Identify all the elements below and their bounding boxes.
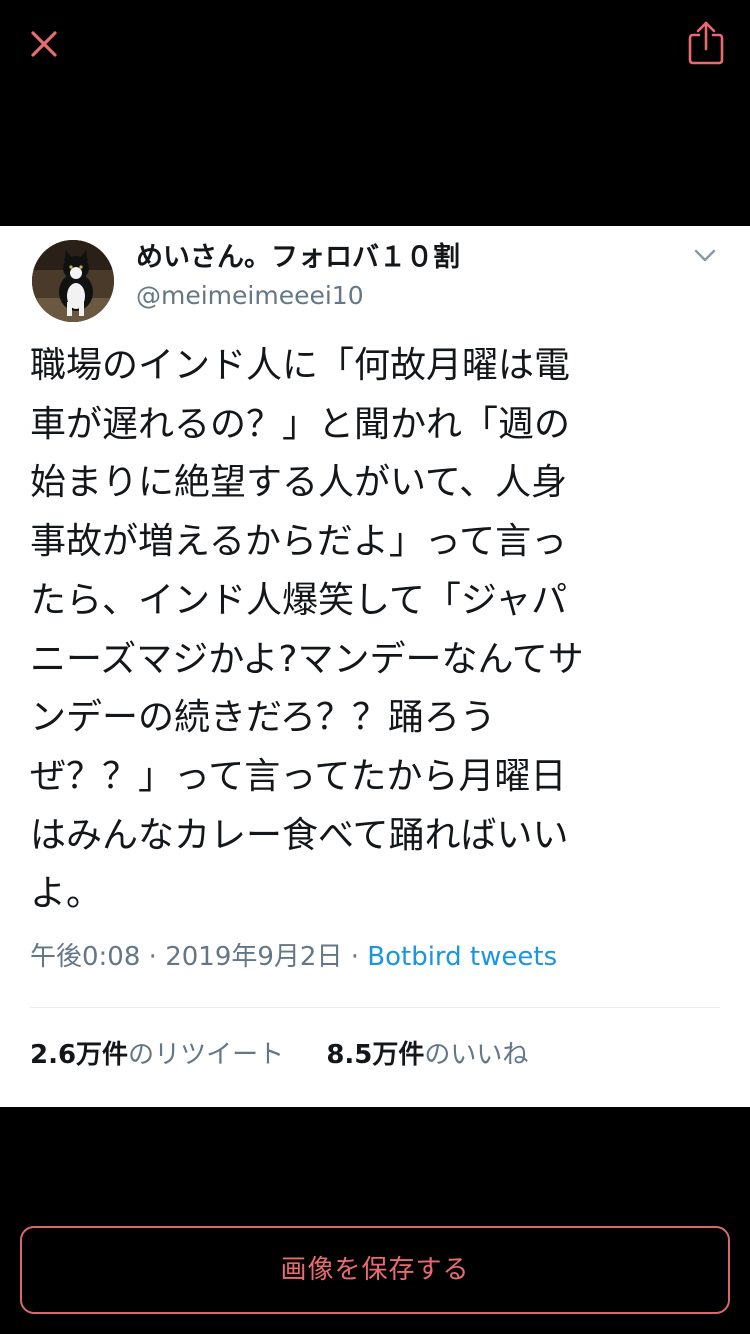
tweet-stats: 2.6万件のリツイート 8.5万件のいいね <box>30 1037 528 1073</box>
meta-separator: · <box>148 942 157 972</box>
avatar[interactable] <box>32 240 114 322</box>
close-button[interactable] <box>22 22 66 66</box>
save-image-button[interactable]: 画像を保存する <box>20 1226 730 1314</box>
close-icon <box>31 31 57 57</box>
retweet-count: 2.6万件 <box>30 1040 129 1070</box>
cat-avatar-image <box>32 240 114 322</box>
user-handle[interactable]: @meimeimeeei10 <box>136 279 364 313</box>
tweet-source-link[interactable]: Botbird tweets <box>367 942 557 972</box>
share-button[interactable] <box>683 18 729 68</box>
display-name[interactable]: めいさん。フォロバ１０割 <box>136 238 460 278</box>
tweet-card: めいさん。フォロバ１０割 @meimeimeeei10 職場のインド人に「何故月… <box>0 226 750 1107</box>
tweet-date: 2019年9月2日 <box>165 942 343 972</box>
retweet-stat[interactable]: 2.6万件のリツイート <box>30 1040 284 1070</box>
retweet-label: のリツイート <box>128 1040 285 1070</box>
like-count: 8.5万件 <box>326 1040 425 1070</box>
like-stat[interactable]: 8.5万件のいいね <box>326 1040 528 1070</box>
more-options-button[interactable] <box>688 240 722 270</box>
like-label: のいいね <box>424 1040 529 1070</box>
tweet-metadata: 午後0:08 · 2019年9月2日 · Botbird tweets <box>30 939 557 975</box>
share-icon <box>688 21 724 65</box>
meta-separator: · <box>350 942 359 972</box>
divider <box>30 1007 720 1008</box>
tweet-text: 職場のインド人に「何故月曜は電 車が遅れるの？」と聞かれ「週の 始まりに絶望する… <box>30 345 584 915</box>
chevron-down-icon <box>694 249 716 262</box>
tweet-time: 午後0:08 <box>30 942 141 972</box>
